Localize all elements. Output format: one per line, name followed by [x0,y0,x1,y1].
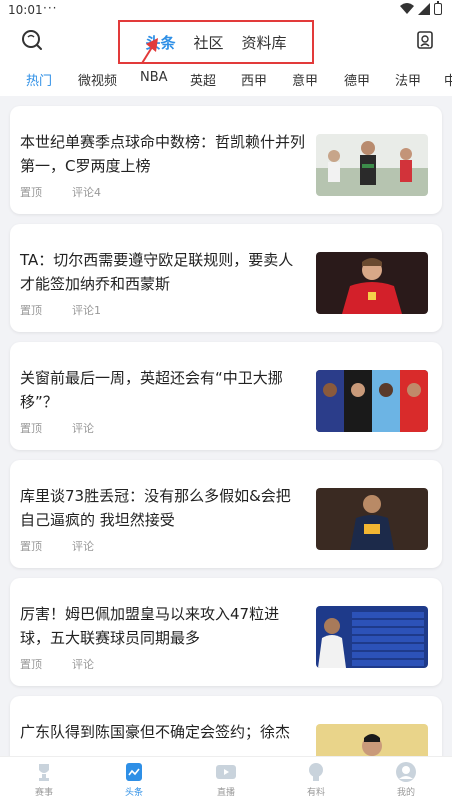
search-icon[interactable] [20,28,44,52]
article-meta: 置顶 评论 [20,420,94,436]
status-dots: ··· [43,1,58,15]
article-thumbnail [316,606,428,668]
comment-count: 评论 [72,422,94,435]
video-icon [216,765,236,779]
article-thumbnail [316,134,428,196]
bookmark-icon[interactable] [416,30,434,50]
news-feed[interactable]: 本世纪单赛季点球命中数榜：哲凯赖什并列第一，C罗两度上榜 置顶 评论4 TA：切尔… [0,96,452,756]
signal-icon [418,3,430,15]
article-meta: 置顶 评论 [20,538,94,554]
top-header: 头条 社区 资料库 [0,20,452,64]
article-card[interactable]: 广东队得到陈国豪但不确定会签约；徐杰 [10,696,442,756]
article-thumbnail [316,370,428,432]
nav-matches[interactable]: 赛事 [14,761,74,798]
article-thumbnail [316,488,428,550]
wifi-icon [400,3,414,14]
article-thumbnail [316,252,428,314]
bottom-navigation: 赛事 头条 直播 有料 我的 [0,756,452,804]
category-bar: 热门 微视频 NBA 英超 西甲 意甲 德甲 法甲 中 [0,64,452,96]
article-title: 厉害！姆巴佩加盟皇马以来攻入47粒进球，五大联赛球员同期最多 [20,605,280,647]
nav-insights[interactable]: 有料 [286,761,346,798]
category-ligue-1[interactable]: 法甲 [395,70,421,89]
article-title: TA：切尔西需要遵守欧足联规则，要卖人才能签加纳乔和西蒙斯 [20,251,294,293]
header-tabs-highlight: 头条 社区 资料库 [118,20,314,64]
pinned-tag: 置顶 [20,658,42,671]
article-card[interactable]: 关窗前最后一周，英超还会有“中卫大挪移”？ 置顶 评论 [10,342,442,450]
nav-label: 有料 [306,788,325,798]
status-bar: 10:01 ··· [0,0,452,20]
comment-count: 评论 [72,540,94,553]
system-icons [400,1,442,15]
category-china[interactable]: 中 [444,70,452,89]
nav-label: 我的 [396,788,415,798]
category-bundesliga[interactable]: 德甲 [344,70,370,89]
comment-count: 评论 [72,658,94,671]
pinned-tag: 置顶 [20,186,42,199]
pinned-tag: 置顶 [20,422,42,435]
article-card[interactable]: TA：切尔西需要遵守欧足联规则，要卖人才能签加纳乔和西蒙斯 置顶 评论1 [10,224,442,332]
article-card[interactable]: 本世纪单赛季点球命中数榜：哲凯赖什并列第一，C罗两度上榜 置顶 评论4 [10,106,442,214]
article-title: 关窗前最后一周，英超还会有“中卫大挪移”？ [20,369,283,411]
tab-community[interactable]: 社区 [193,32,223,53]
nav-live[interactable]: 直播 [196,761,256,798]
article-thumbnail [316,724,428,756]
nav-label: 头条 [124,788,143,798]
article-card[interactable]: 厉害！姆巴佩加盟皇马以来攻入47粒进球，五大联赛球员同期最多 置顶 评论 [10,578,442,686]
category-hot[interactable]: 热门 [26,70,52,89]
tab-headlines[interactable]: 头条 [145,32,175,53]
category-la-liga[interactable]: 西甲 [241,70,267,89]
pinned-tag: 置顶 [20,304,42,317]
comment-count: 评论1 [72,304,101,317]
article-title: 本世纪单赛季点球命中数榜：哲凯赖什并列第一，C罗两度上榜 [20,133,306,175]
nav-label: 赛事 [34,788,53,798]
category-micro-video[interactable]: 微视频 [78,70,117,89]
profile-icon [396,762,416,782]
news-icon [126,763,142,781]
status-time: 10:01 [8,3,43,17]
article-title: 库里谈73胜丢冠：没有那么多假如&会把自己逼疯的 我坦然接受 [20,487,291,529]
article-title: 广东队得到陈国豪但不确定会签约；徐杰 [20,723,291,741]
trophy-icon [39,764,49,781]
nav-headlines[interactable]: 头条 [104,761,164,798]
category-serie-a[interactable]: 意甲 [292,70,318,89]
bulb-icon [309,763,323,781]
tab-database[interactable]: 资料库 [242,32,287,53]
article-meta: 置顶 评论1 [20,302,101,318]
category-premier-league[interactable]: 英超 [190,70,216,89]
comment-count: 评论4 [72,186,101,199]
battery-icon [434,1,442,15]
category-nba[interactable]: NBA [140,70,168,85]
article-card[interactable]: 库里谈73胜丢冠：没有那么多假如&会把自己逼疯的 我坦然接受 置顶 评论 [10,460,442,568]
nav-label: 直播 [216,788,235,798]
article-meta: 置顶 评论 [20,656,94,672]
pinned-tag: 置顶 [20,540,42,553]
nav-profile[interactable]: 我的 [376,761,436,798]
article-meta: 置顶 评论4 [20,184,101,200]
